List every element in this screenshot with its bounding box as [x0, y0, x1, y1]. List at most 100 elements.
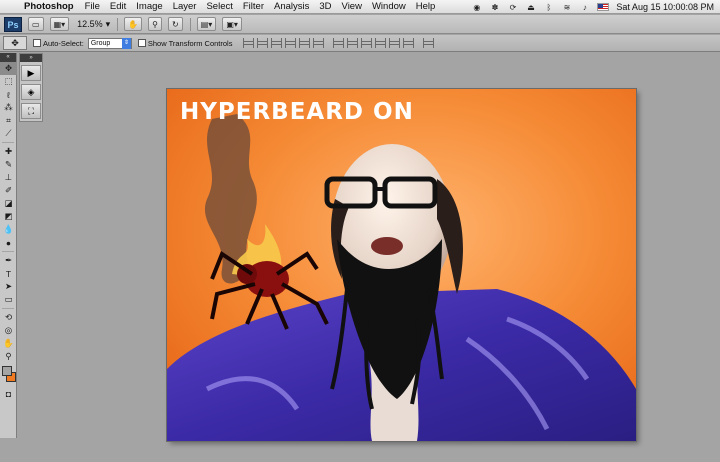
tools-panel: « ✥ ⬚ ℓ ⁂ ⌗ ⟋ ✚ ✎ ⊥ ✐ ◪ ◩ 💧 ● ✒ T ➤ ▭ ⟲ …	[0, 53, 17, 438]
photoshop-logo: Ps	[4, 16, 22, 32]
clone-stamp-tool-icon[interactable]: ⊥	[0, 171, 17, 184]
menu-app-name[interactable]: Photoshop	[22, 1, 80, 12]
menu-image[interactable]: Image	[131, 1, 167, 12]
align-right-icon[interactable]	[313, 38, 325, 48]
move-tool-icon[interactable]: ✥	[0, 62, 17, 75]
navigator-panel-button[interactable]: ⛶	[21, 103, 41, 119]
menu-analysis[interactable]: Analysis	[269, 1, 314, 12]
align-hcenter-icon[interactable]	[299, 38, 311, 48]
distribute-hcenter-icon[interactable]	[389, 38, 401, 48]
transform-controls-label: Show Transform Controls	[147, 38, 233, 48]
zoom-value: 12.5%	[77, 19, 103, 29]
application-bar: Ps ▭ ▦ ▾ 12.5% ▾ ✋ ⚲ ↻ ▤ ▾ ▣ ▾	[0, 15, 720, 34]
zoom-level[interactable]: 12.5% ▾	[77, 19, 110, 30]
align-left-icon[interactable]	[285, 38, 297, 48]
appbar-divider	[189, 17, 191, 31]
menu-filter[interactable]: Filter	[238, 1, 269, 12]
tools-divider	[2, 249, 14, 252]
quick-mask-icon[interactable]: ◘	[0, 387, 17, 400]
auto-select-value: Group	[90, 39, 111, 47]
crop-tool-icon[interactable]: ⌗	[0, 114, 17, 127]
lasso-tool-icon[interactable]: ℓ	[0, 88, 17, 101]
menu-edit[interactable]: Edit	[105, 1, 131, 12]
hand-tool-icon[interactable]: ✋	[0, 337, 17, 350]
grid-icon: ▦	[53, 19, 62, 29]
rotate-icon: ↻	[172, 19, 179, 29]
screen-mode-button[interactable]: ▣ ▾	[222, 17, 242, 31]
blur-tool-icon[interactable]: 💧	[0, 223, 17, 236]
eject-icon[interactable]: ⏏	[525, 3, 536, 12]
dock-header[interactable]: »	[20, 54, 42, 62]
layers-panel-button[interactable]: ◈	[21, 84, 41, 100]
brush-tool-icon[interactable]: ✎	[0, 158, 17, 171]
document-canvas[interactable]: HYPERBEARD ON	[167, 89, 636, 441]
distribute-top-icon[interactable]	[333, 38, 345, 48]
distribute-bottom-icon[interactable]	[361, 38, 373, 48]
tools-divider	[2, 306, 14, 309]
pen-tool-icon[interactable]: ✒	[0, 254, 17, 267]
distribute-vcenter-icon[interactable]	[347, 38, 359, 48]
history-icon: ▶	[27, 67, 35, 78]
3d-orbit-tool-icon[interactable]: ◎	[0, 324, 17, 337]
marquee-tool-icon[interactable]: ⬚	[0, 75, 17, 88]
eraser-tool-icon[interactable]: ◪	[0, 197, 17, 210]
arrange-icon: ▤	[200, 19, 209, 29]
chevron-down-icon: ▾	[105, 18, 111, 29]
tool-preset-picker[interactable]: ✥	[3, 36, 27, 50]
auto-select-checkbox[interactable]	[33, 39, 41, 47]
options-bar: ✥ Auto-Select: Group ⇕ Show Transform Co…	[0, 35, 720, 52]
rotate-view-button[interactable]: ↻	[168, 17, 183, 31]
auto-select-dropdown[interactable]: Group ⇕	[87, 37, 132, 49]
foreground-color-swatch[interactable]	[2, 366, 12, 376]
magic-wand-tool-icon[interactable]: ⁂	[0, 101, 17, 114]
eye-icon[interactable]: ◉	[471, 3, 482, 12]
volume-icon[interactable]: ♪	[579, 3, 590, 12]
menu-view[interactable]: View	[337, 1, 367, 12]
color-swatches	[0, 365, 16, 387]
history-brush-tool-icon[interactable]: ✐	[0, 184, 17, 197]
align-vcenter-icon[interactable]	[257, 38, 269, 48]
sync-icon[interactable]: ⟳	[507, 3, 518, 12]
history-panel-button[interactable]: ▶	[21, 65, 41, 81]
painting-artwork	[167, 89, 636, 441]
distribute-right-icon[interactable]	[403, 38, 415, 48]
distribute-left-icon[interactable]	[375, 38, 387, 48]
type-tool-icon[interactable]: T	[0, 267, 17, 280]
menu-window[interactable]: Window	[367, 1, 411, 12]
zoom-tool-icon[interactable]: ⚲	[0, 350, 17, 363]
hand-tool-button[interactable]: ✋	[124, 17, 143, 31]
path-selection-tool-icon[interactable]: ➤	[0, 280, 17, 293]
paw-icon[interactable]: ✽	[489, 3, 500, 12]
bluetooth-icon[interactable]: ᛒ	[543, 3, 554, 12]
transform-controls-checkbox[interactable]	[137, 39, 146, 47]
tools-panel-header[interactable]: «	[0, 53, 16, 62]
eyedropper-tool-icon[interactable]: ⟋	[0, 127, 17, 140]
layers-icon: ◈	[27, 86, 35, 97]
align-top-icon[interactable]	[243, 38, 255, 48]
menu-clock[interactable]: Sat Aug 15 10:00:08 PM	[616, 2, 714, 12]
mac-menu-bar: Photoshop File Edit Image Layer Select F…	[0, 0, 720, 14]
bridge-button[interactable]: ▭	[28, 17, 44, 31]
menu-file[interactable]: File	[80, 1, 105, 12]
dodge-tool-icon[interactable]: ●	[0, 236, 17, 249]
arrange-documents-button[interactable]: ▤ ▾	[196, 17, 217, 31]
screen-mode-icon: ▣	[226, 19, 234, 29]
menu-layer[interactable]: Layer	[168, 1, 202, 12]
auto-align-icon[interactable]	[423, 38, 435, 48]
navigator-icon: ⛶	[27, 105, 35, 116]
align-bottom-icon[interactable]	[271, 38, 283, 48]
us-flag-icon[interactable]	[597, 3, 610, 11]
menu-help[interactable]: Help	[411, 1, 441, 12]
wifi-icon[interactable]: ≋	[561, 3, 572, 12]
gradient-tool-icon[interactable]: ◩	[0, 210, 17, 223]
menu-3d[interactable]: 3D	[314, 1, 336, 12]
chevron-down-icon: ▾	[61, 19, 66, 29]
chevron-updown-icon: ⇕	[121, 37, 131, 49]
magnifier-icon: ⚲	[152, 19, 159, 29]
zoom-tool-button[interactable]: ⚲	[148, 17, 163, 31]
menu-select[interactable]: Select	[201, 1, 237, 12]
shape-tool-icon[interactable]: ▭	[0, 293, 17, 306]
3d-rotate-tool-icon[interactable]: ⟲	[0, 311, 17, 324]
view-extras-button[interactable]: ▦ ▾	[49, 17, 70, 31]
healing-brush-tool-icon[interactable]: ✚	[0, 145, 17, 158]
